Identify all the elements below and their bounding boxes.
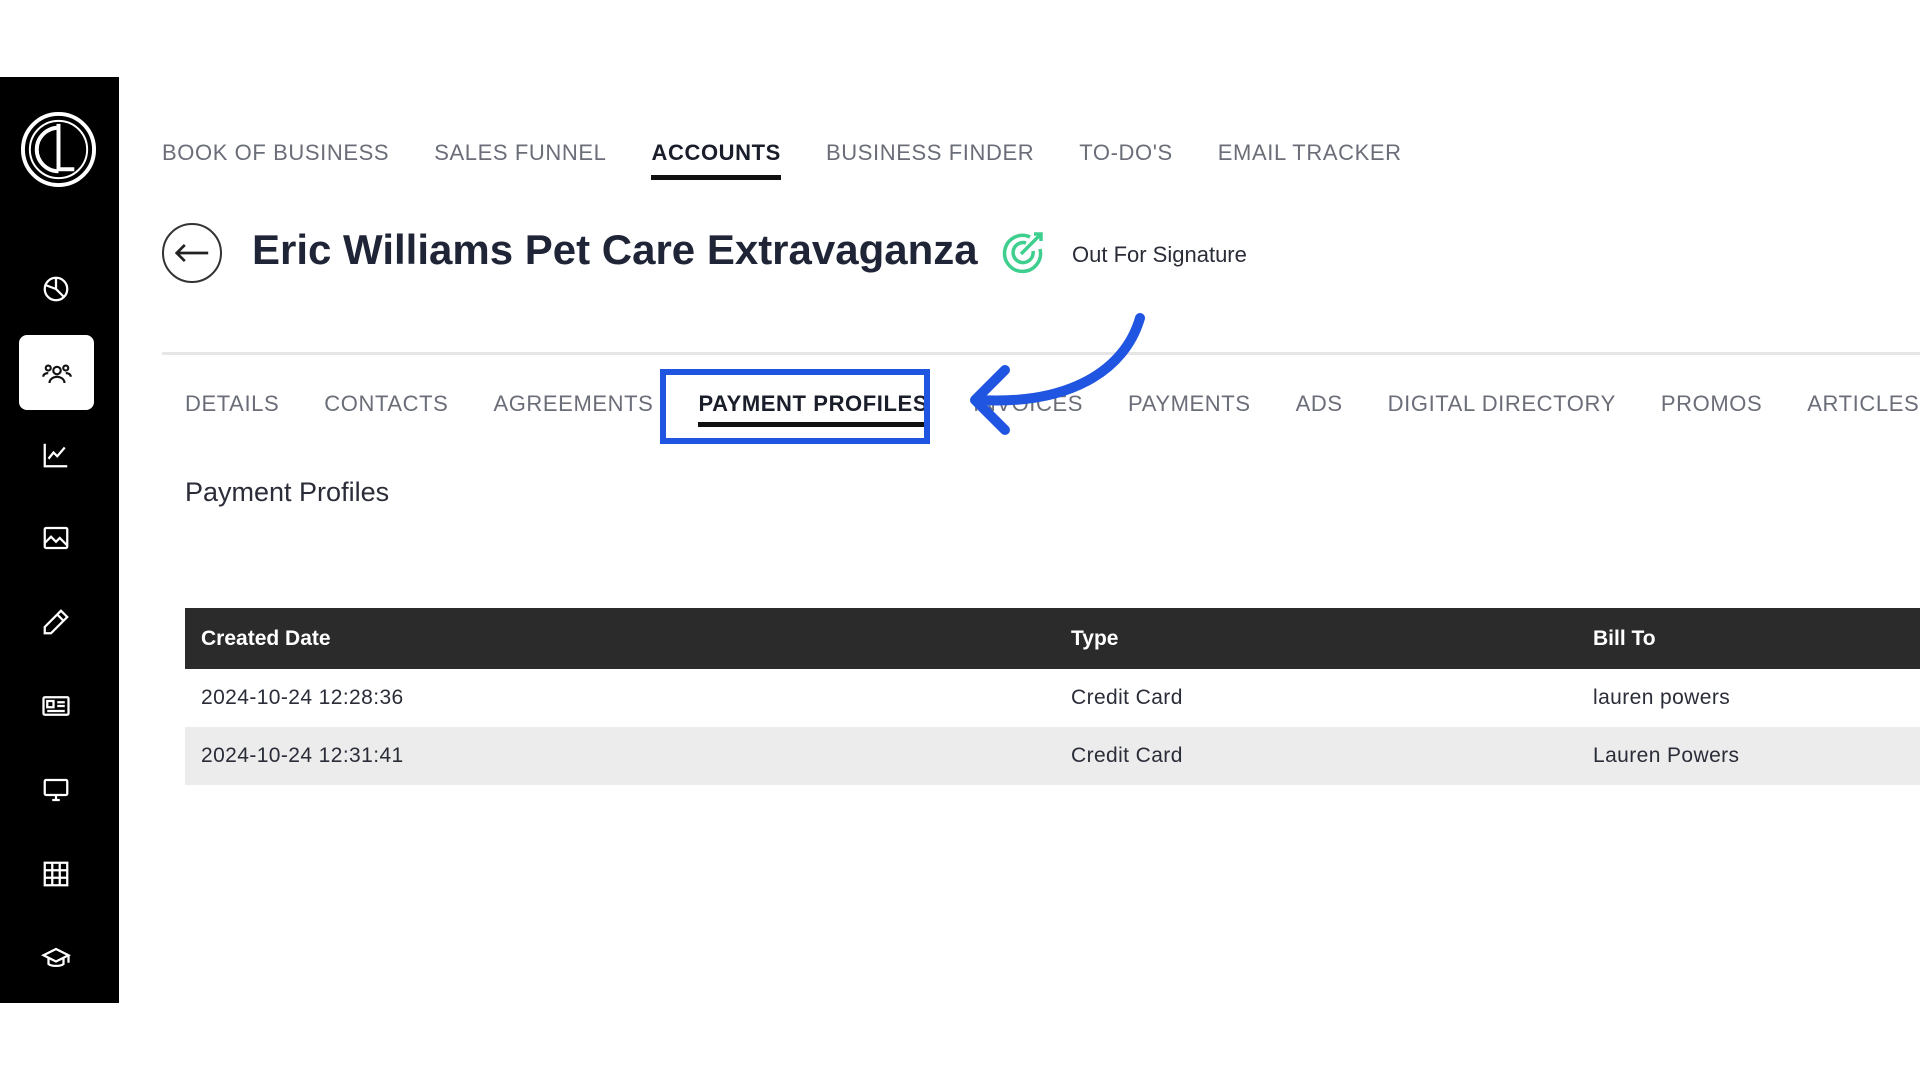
cell-type: Credit Card (1071, 744, 1183, 767)
column-header-type[interactable]: Type (1071, 627, 1593, 651)
annotation-arrow-icon (970, 313, 1145, 435)
grid-icon[interactable] (33, 851, 79, 897)
nav-sales-funnel[interactable]: SALES FUNNEL (434, 140, 606, 180)
status-label: Out For Signature (1072, 242, 1247, 267)
monitor-icon[interactable] (33, 767, 79, 813)
nav-book-of-business[interactable]: BOOK OF BUSINESS (162, 140, 389, 180)
tab-promos[interactable]: PROMOS (1661, 391, 1762, 427)
graduation-cap-icon[interactable] (33, 936, 79, 982)
line-chart-icon[interactable] (33, 432, 79, 478)
tab-articles[interactable]: ARTICLES (1807, 391, 1919, 427)
sidebar (0, 77, 119, 1003)
table-row[interactable]: 2024-10-24 12:31:41 Credit Card Lauren P… (185, 727, 1920, 785)
column-header-created-date[interactable]: Created Date (185, 627, 1071, 651)
account-tabs: DETAILS CONTACTS AGREEMENTS PAYMENT PROF… (185, 391, 1919, 427)
cell-bill-to: lauren powers (1593, 686, 1731, 709)
users-icon[interactable] (19, 335, 94, 410)
id-card-icon[interactable] (33, 683, 79, 729)
tab-invoices[interactable]: INVOICES (973, 391, 1083, 427)
tab-contacts[interactable]: CONTACTS (324, 391, 448, 427)
nav-accounts[interactable]: ACCOUNTS (651, 140, 782, 180)
divider (162, 352, 1920, 355)
cell-created-date: 2024-10-24 12:28:36 (201, 686, 404, 709)
nav-business-finder[interactable]: BUSINESS FINDER (826, 140, 1034, 180)
image-icon[interactable] (33, 515, 79, 561)
table-row[interactable]: 2024-10-24 12:28:36 Credit Card lauren p… (185, 669, 1920, 727)
tab-payments[interactable]: PAYMENTS (1128, 391, 1251, 427)
logo-icon[interactable] (19, 110, 98, 189)
cell-created-date: 2024-10-24 12:31:41 (201, 744, 404, 767)
tab-agreements[interactable]: AGREEMENTS (493, 391, 653, 427)
tab-ads[interactable]: ADS (1296, 391, 1343, 427)
pie-chart-icon[interactable] (33, 266, 79, 312)
tab-details[interactable]: DETAILS (185, 391, 279, 427)
nav-to-dos[interactable]: TO-DO'S (1079, 140, 1173, 180)
tab-payment-profiles[interactable]: PAYMENT PROFILES (698, 391, 928, 427)
column-header-bill-to[interactable]: Bill To (1593, 627, 1920, 651)
arrow-left-icon (174, 243, 209, 263)
table-header: Created Date Type Bill To (185, 608, 1920, 669)
top-navigation: BOOK OF BUSINESS SALES FUNNEL ACCOUNTS B… (162, 140, 1402, 180)
pencil-icon[interactable] (33, 599, 79, 645)
back-button[interactable] (162, 223, 222, 283)
target-icon (1000, 229, 1046, 275)
nav-email-tracker[interactable]: EMAIL TRACKER (1218, 140, 1402, 180)
payment-profiles-table: Created Date Type Bill To 2024-10-24 12:… (185, 608, 1920, 785)
tab-digital-directory[interactable]: DIGITAL DIRECTORY (1388, 391, 1616, 427)
section-title: Payment Profiles (185, 477, 390, 507)
cell-type: Credit Card (1071, 686, 1183, 709)
page-title: Eric Williams Pet Care Extravaganza (252, 226, 978, 273)
cell-bill-to: Lauren Powers (1593, 744, 1740, 767)
